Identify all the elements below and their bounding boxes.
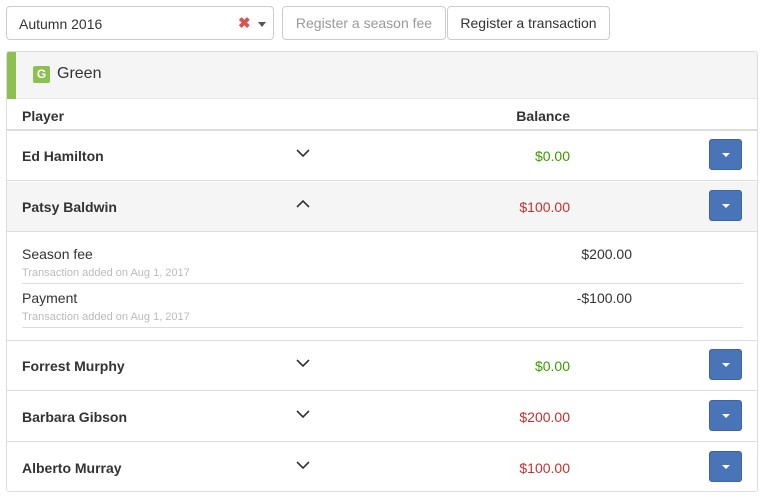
team-color-stripe xyxy=(7,52,16,99)
chevron-down-icon[interactable] xyxy=(295,457,311,473)
player-name: Ed Hamilton xyxy=(22,148,104,164)
chevron-up-icon[interactable] xyxy=(295,196,311,212)
column-header-balance: Balance xyxy=(516,108,570,124)
row-actions-button[interactable] xyxy=(709,139,742,170)
chevron-down-icon xyxy=(722,465,730,469)
team-panel: G Green Player Balance Ed Hamilton $0.00 P… xyxy=(6,51,758,492)
chevron-down-icon[interactable] xyxy=(258,22,266,27)
chevron-down-icon xyxy=(722,204,730,208)
player-name: Patsy Baldwin xyxy=(22,199,117,215)
transaction-item: Season fee Transaction added on Aug 1, 20… xyxy=(22,240,743,284)
player-name: Alberto Murray xyxy=(22,460,122,476)
player-balance: $100.00 xyxy=(519,460,570,476)
transaction-meta: Transaction added on Aug 1, 2017 xyxy=(22,267,190,279)
player-balance: $0.00 xyxy=(534,148,570,164)
player-name: Barbara Gibson xyxy=(22,409,128,425)
team-badge: G xyxy=(33,66,50,83)
table-header: Player Balance xyxy=(7,99,757,131)
player-name: Forrest Murphy xyxy=(22,358,125,374)
register-transaction-button[interactable]: Register a transaction xyxy=(447,6,610,40)
season-select[interactable]: Autumn 2016 ✖ xyxy=(6,6,274,40)
player-balance: $100.00 xyxy=(519,199,570,215)
transaction-label: Season fee xyxy=(22,246,93,262)
chevron-down-icon[interactable] xyxy=(295,145,311,161)
transaction-item: Payment Transaction added on Aug 1, 2017 -… xyxy=(22,284,743,328)
chevron-down-icon xyxy=(722,414,730,418)
transaction-amount: $200.00 xyxy=(581,246,632,262)
team-header: G Green xyxy=(7,52,757,99)
transaction-label: Payment xyxy=(22,290,78,306)
chevron-down-icon xyxy=(722,153,730,157)
transaction-details: Season fee Transaction added on Aug 1, 20… xyxy=(7,232,757,341)
table-row[interactable]: Patsy Baldwin $100.00 xyxy=(7,182,757,232)
team-name: Green xyxy=(57,65,102,82)
row-actions-button[interactable] xyxy=(709,400,742,431)
chevron-down-icon[interactable] xyxy=(295,406,311,422)
player-balance: $0.00 xyxy=(534,358,570,374)
column-header-player: Player xyxy=(22,108,65,124)
season-select-value: Autumn 2016 xyxy=(19,16,103,32)
transaction-amount: -$100.00 xyxy=(576,290,632,306)
transaction-meta: Transaction added on Aug 1, 2017 xyxy=(22,311,190,323)
player-balance: $200.00 xyxy=(519,409,570,425)
chevron-down-icon[interactable] xyxy=(295,355,311,371)
row-actions-button[interactable] xyxy=(709,190,742,221)
row-actions-button[interactable] xyxy=(709,451,742,482)
clear-icon[interactable]: ✖ xyxy=(238,14,251,32)
table-row[interactable]: Ed Hamilton $0.00 xyxy=(7,131,757,181)
register-season-fee-button[interactable]: Register a season fee xyxy=(282,6,446,40)
chevron-down-icon xyxy=(722,363,730,367)
table-row[interactable]: Alberto Murray $100.00 xyxy=(7,443,757,491)
table-row[interactable]: Barbara Gibson $200.00 xyxy=(7,392,757,442)
table-row[interactable]: Forrest Murphy $0.00 xyxy=(7,341,757,391)
row-actions-button[interactable] xyxy=(709,349,742,380)
